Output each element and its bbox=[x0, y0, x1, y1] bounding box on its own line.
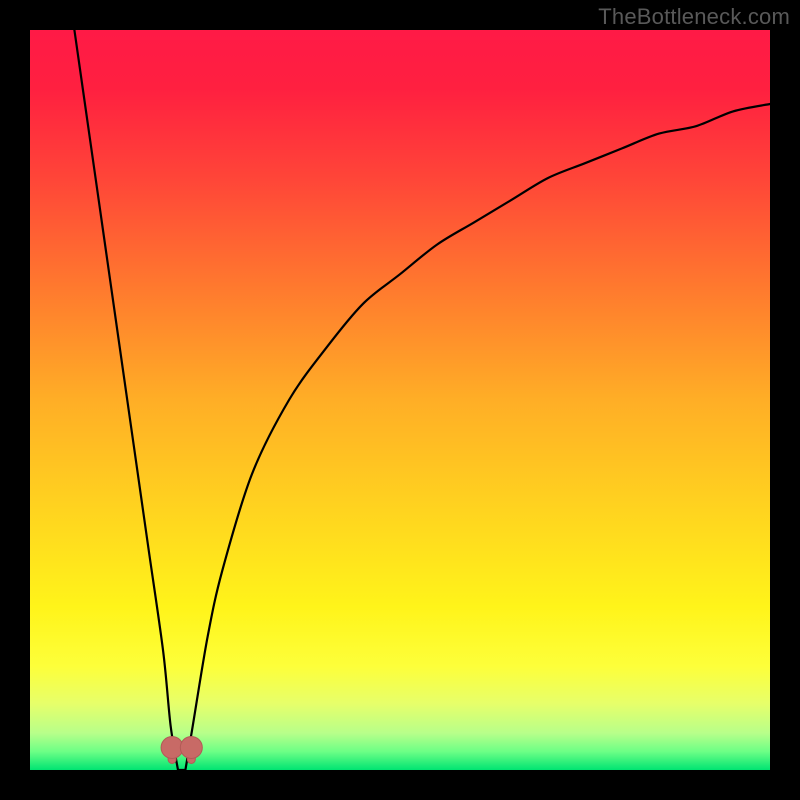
plot-background bbox=[30, 30, 770, 770]
bottleneck-plot bbox=[0, 0, 800, 800]
chart-stage: TheBottleneck.com bbox=[0, 0, 800, 800]
watermark-text: TheBottleneck.com bbox=[598, 4, 790, 30]
